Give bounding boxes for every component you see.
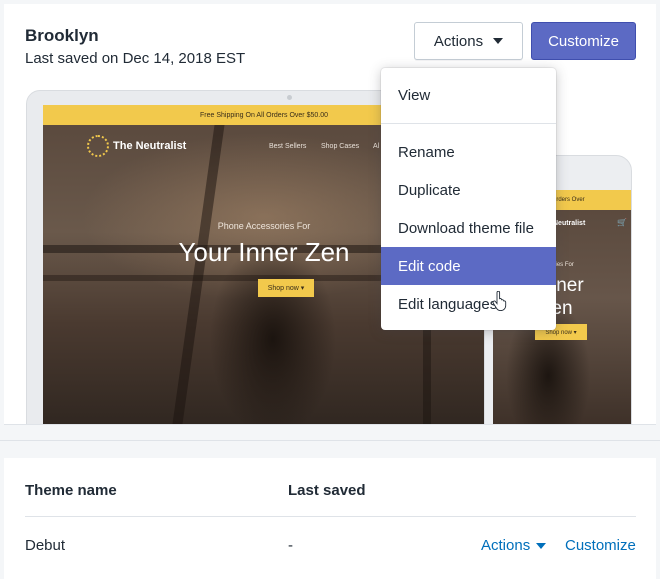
- nav-link: Al: [373, 143, 380, 150]
- column-header-last-saved: Last saved: [288, 482, 366, 499]
- actions-button-label: Actions: [433, 32, 484, 50]
- current-theme-last-saved: Last saved on Dec 14, 2018 EST: [25, 50, 246, 67]
- current-theme-card: Brooklyn Last saved on Dec 14, 2018 EST …: [4, 4, 656, 425]
- menu-item-duplicate[interactable]: Duplicate: [381, 171, 556, 209]
- caret-down-icon: [493, 38, 504, 44]
- table-row-divider: [25, 516, 636, 517]
- actions-dropdown-menu: View Rename Duplicate Download theme fil…: [381, 68, 556, 330]
- menu-item-edit-code[interactable]: Edit code: [381, 247, 556, 285]
- theme-library-card: Theme name Last saved Debut - Actions Cu…: [4, 458, 656, 579]
- hand-cursor-icon: [492, 291, 507, 311]
- actions-button[interactable]: Actions: [414, 22, 523, 60]
- row-theme-name: Debut: [25, 537, 66, 554]
- menu-item-rename[interactable]: Rename: [381, 133, 556, 171]
- menu-item-edit-languages[interactable]: Edit languages: [381, 285, 556, 323]
- store-logo-icon: [87, 135, 109, 157]
- row-actions-label: Actions: [481, 537, 531, 554]
- column-header-theme-name: Theme name: [25, 482, 117, 499]
- nav-link: Shop Cases: [321, 143, 360, 150]
- cart-icon: 🛒: [617, 218, 627, 227]
- row-customize-link[interactable]: Customize: [565, 537, 636, 554]
- menu-item-view[interactable]: View: [381, 76, 556, 114]
- camera-dot: [287, 95, 292, 100]
- nav-link: Best Sellers: [269, 143, 307, 150]
- row-actions-link[interactable]: Actions: [481, 537, 547, 554]
- section-divider: [0, 440, 660, 441]
- menu-divider: [381, 123, 556, 124]
- store-logo-text: The Neutralist: [113, 140, 187, 152]
- row-last-saved: -: [288, 537, 293, 554]
- current-theme-name: Brooklyn: [25, 26, 99, 45]
- customize-button[interactable]: Customize: [531, 22, 636, 60]
- caret-down-icon: [536, 542, 547, 549]
- shop-now-button: Shop now ▾: [258, 279, 314, 297]
- mobile-store-logo: Neutralist: [553, 220, 586, 227]
- menu-item-download-theme-file[interactable]: Download theme file: [381, 209, 556, 247]
